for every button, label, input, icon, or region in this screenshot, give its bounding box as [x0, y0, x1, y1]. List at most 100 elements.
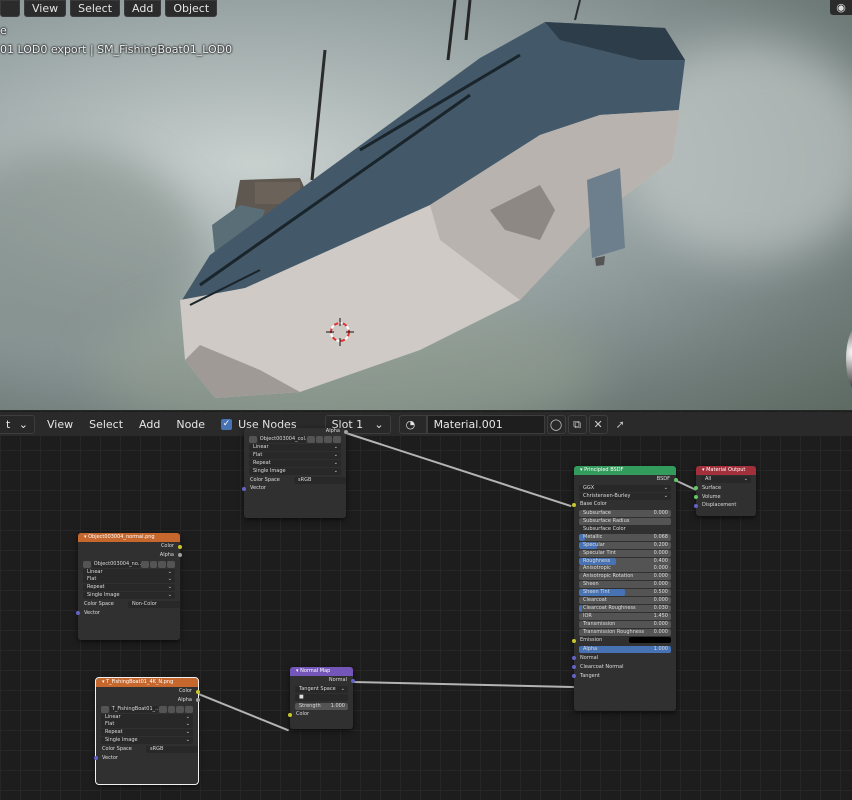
material-name-field[interactable]: Material.001: [426, 414, 545, 434]
param-label: Transmission Roughness: [583, 628, 645, 635]
node-title[interactable]: ▾ Material Output: [696, 466, 756, 475]
bsdf-param-clearcoat-roughness[interactable]: Clearcoat Roughness 0.030: [579, 604, 671, 612]
bsdf-param-anisotropic[interactable]: Anisotropic 0.000: [579, 565, 671, 573]
bsdf-param-anisotropic-rotation[interactable]: Anisotropic Rotation 0.000: [579, 573, 671, 581]
unlink-close-icon[interactable]: ✕: [588, 414, 608, 434]
bsdf-param-subsurface-color[interactable]: Subsurface Color: [579, 526, 671, 533]
distribution-dropdown[interactable]: GGX ⌄: [579, 484, 671, 492]
source-dropdown[interactable]: Single Image ⌄: [249, 467, 341, 475]
param-label: Sheen Tint: [583, 589, 610, 596]
strength-slider[interactable]: Strength 1.000: [295, 702, 348, 710]
image-selector[interactable]: T_FishingBoat01_...: [101, 705, 193, 713]
editor-type-dropdown[interactable]: t ⌄: [0, 414, 35, 434]
color-space-dropdown[interactable]: sRGB: [294, 476, 346, 484]
material-browse-icon[interactable]: ◔: [398, 414, 427, 434]
close-icon[interactable]: [333, 436, 341, 443]
fake-user-shield-icon[interactable]: ◯: [546, 414, 566, 434]
extension-dropdown[interactable]: Repeat ⌄: [101, 729, 193, 737]
normal-input: Normal: [572, 654, 676, 663]
source-dropdown[interactable]: Single Image ⌄: [83, 592, 175, 600]
color-space-dropdown[interactable]: Non-Color: [128, 601, 180, 609]
pin-icon[interactable]: ➚: [616, 418, 625, 431]
copy-icon[interactable]: [167, 705, 176, 713]
visibility-eye-icon[interactable]: ◉: [830, 0, 852, 15]
projection-dropdown[interactable]: Flat ⌄: [83, 576, 175, 584]
bsdf-param-transmission[interactable]: Transmission 0.000: [579, 620, 671, 628]
node-menu[interactable]: Node: [168, 418, 213, 431]
add-menu[interactable]: Add: [131, 418, 168, 431]
param-value: 0.000: [653, 596, 668, 603]
image-texture-node-top[interactable]: Alpha Object003004_col... Linear ⌄ Flat ⌄ …: [242, 428, 348, 518]
image-selector[interactable]: Object003004_no...: [83, 560, 175, 568]
node-title[interactable]: ▾ T_FishingBoat01_4K_N.png: [96, 678, 198, 687]
image-name-field[interactable]: T_FishingBoat01_...: [109, 705, 160, 713]
projection-dropdown[interactable]: Flat ⌄: [249, 451, 341, 459]
image-selector[interactable]: Object003004_col...: [249, 436, 341, 443]
normal-map-node[interactable]: ▾ Normal Map Normal Tangent Space ⌄ ■ Str…: [288, 667, 355, 729]
shield-icon[interactable]: [140, 560, 149, 568]
object-menu[interactable]: Object: [165, 0, 218, 17]
interpolation-dropdown[interactable]: Linear ⌄: [249, 444, 341, 451]
bsdf-param-subsurface-radius[interactable]: Subsurface Radius: [579, 518, 671, 526]
image-name-field[interactable]: Object003004_col...: [257, 436, 310, 443]
duplicate-material-icon[interactable]: ⧉: [567, 414, 587, 434]
color-space-dropdown[interactable]: sRGB: [146, 746, 198, 754]
fishing-boat-model[interactable]: [0, 0, 852, 410]
folder-icon[interactable]: [176, 705, 185, 713]
bsdf-param-specular-tint[interactable]: Specular Tint 0.000: [579, 549, 671, 557]
extension-dropdown[interactable]: Repeat ⌄: [83, 584, 175, 592]
3d-viewport[interactable]: View Select Add Object ◉ e 01 LOD0 expor…: [0, 0, 852, 410]
node-title[interactable]: ▾ Principled BSDF: [574, 466, 676, 475]
use-nodes-checkbox[interactable]: ✓: [221, 418, 233, 430]
view-menu[interactable]: View: [39, 418, 81, 431]
interpolation-dropdown[interactable]: Linear ⌄: [101, 713, 193, 721]
shield-icon[interactable]: [306, 436, 315, 443]
select-menu[interactable]: Select: [70, 0, 121, 17]
extension-dropdown[interactable]: Repeat ⌄: [249, 459, 341, 467]
uv-map-field[interactable]: ■: [295, 693, 348, 701]
bsdf-param-sheen-tint[interactable]: Sheen Tint 0.500: [579, 589, 671, 597]
source-dropdown[interactable]: Single Image ⌄: [101, 737, 193, 745]
bsdf-param-metallic[interactable]: Metallic 0.068: [579, 533, 671, 541]
image-texture-node-bottom[interactable]: ▾ T_FishingBoat01_4K_N.png Color Alpha T…: [94, 677, 200, 785]
alpha-slider[interactable]: Alpha 1.000: [579, 646, 671, 654]
shader-node-editor[interactable]: t ⌄ View Select Add Node ✓ Use Nodes Slo…: [0, 410, 852, 800]
folder-icon[interactable]: [158, 560, 167, 568]
bsdf-param-clearcoat[interactable]: Clearcoat 0.000: [579, 596, 671, 604]
shield-icon[interactable]: [158, 705, 167, 713]
view-menu[interactable]: View: [24, 0, 67, 17]
3d-cursor-icon[interactable]: [326, 318, 354, 346]
copy-icon[interactable]: [149, 560, 158, 568]
bsdf-param-specular[interactable]: Specular 0.200: [579, 541, 671, 549]
subsurface-method-dropdown[interactable]: Christensen-Burley ⌄: [579, 492, 671, 500]
param-value: 0.000: [653, 565, 668, 572]
space-dropdown[interactable]: Tangent Space ⌄: [295, 685, 348, 693]
copy-icon[interactable]: [315, 436, 324, 443]
node-title[interactable]: ▾ Object003004_normal.png: [78, 533, 180, 542]
close-icon[interactable]: [167, 560, 175, 568]
select-menu[interactable]: Select: [81, 418, 131, 431]
bsdf-param-sheen[interactable]: Sheen 0.000: [579, 581, 671, 589]
bsdf-param-roughness[interactable]: Roughness 0.400: [579, 557, 671, 565]
target-dropdown[interactable]: All ⌄: [701, 475, 751, 483]
node-title[interactable]: ▾ Normal Map: [290, 667, 353, 676]
bsdf-param-subsurface[interactable]: Subsurface 0.000: [579, 510, 671, 518]
image-name-field[interactable]: Object003004_no...: [91, 560, 143, 568]
add-menu[interactable]: Add: [124, 0, 162, 17]
emission-color-swatch[interactable]: [629, 637, 671, 644]
principled-bsdf-node[interactable]: ▾ Principled BSDF BSDF GGX ⌄ Christensen-…: [572, 466, 678, 711]
image-texture-node-normal[interactable]: ▾ Object003004_normal.png Color Alpha Ob…: [76, 533, 182, 640]
bsdf-param-transmission-roughness[interactable]: Transmission Roughness 0.000: [579, 628, 671, 636]
bsdf-param-ior[interactable]: IOR 1.450: [579, 612, 671, 620]
projection-dropdown[interactable]: Flat ⌄: [101, 721, 193, 729]
param-value: 0.000: [653, 549, 668, 556]
interpolation-dropdown[interactable]: Linear ⌄: [83, 568, 175, 576]
close-icon[interactable]: [185, 705, 193, 713]
material-output-node[interactable]: ▾ Material Output All ⌄ Surface Volume Di…: [694, 466, 756, 516]
param-label: Roughness: [583, 557, 611, 564]
param-value: 0.030: [653, 604, 668, 611]
node-link: [345, 432, 572, 507]
folder-icon[interactable]: [324, 436, 333, 443]
editor-type-button[interactable]: [0, 0, 20, 17]
uv-icon: ■: [299, 693, 304, 700]
